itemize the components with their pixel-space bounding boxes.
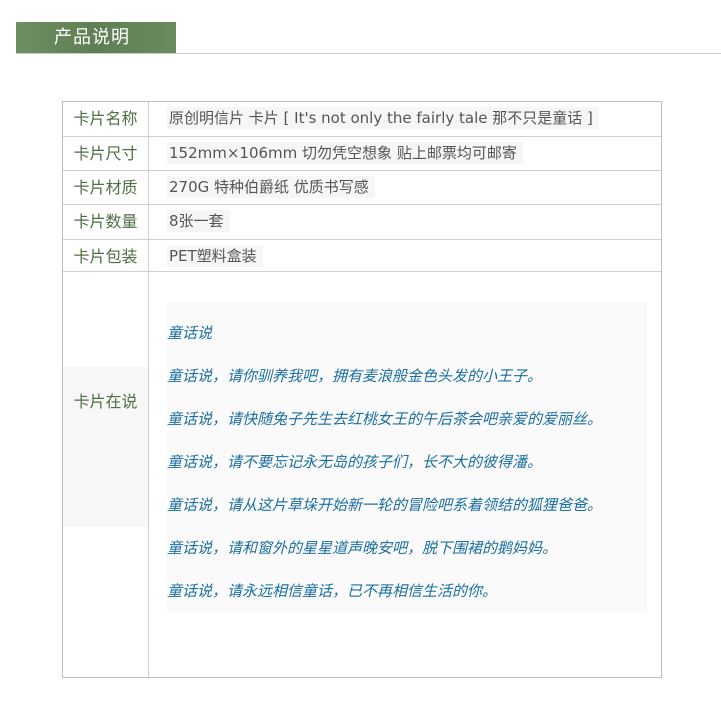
row-label: 卡片材质 (63, 171, 149, 204)
row-value: 270G 特种伯爵纸 优质书写感 (149, 171, 661, 204)
story-label-box: 卡片在说 (63, 367, 148, 527)
row-card-packaging: 卡片包装 PET塑料盒装 (63, 240, 661, 272)
card-packaging-value: PET塑料盒装 (167, 245, 263, 267)
story-line: 童话说，请你驯养我吧，拥有麦浪般金色头发的小王子。 (167, 367, 543, 385)
row-label: 卡片名称 (63, 102, 149, 136)
story-line: 童话说，请从这片草垛开始新一轮的冒险吧系着领结的狐狸爸爸。 (167, 496, 603, 514)
product-info-table: 卡片名称 原创明信片 卡片 [ It's not only the fairly… (62, 101, 662, 678)
row-value: 152mm×106mm 切勿凭空想象 贴上邮票均可邮寄 (149, 137, 661, 170)
row-value: 8张一套 (149, 205, 661, 239)
story-line: 童话说 (167, 324, 213, 342)
row-label: 卡片包装 (63, 240, 149, 271)
row-card-name: 卡片名称 原创明信片 卡片 [ It's not only the fairly… (63, 102, 661, 137)
card-name-value: 原创明信片 卡片 [ It's not only the fairly tale… (167, 107, 599, 129)
story-line: 童话说，请永远相信童话，已不再相信生活的你。 (167, 582, 498, 600)
row-card-material: 卡片材质 270G 特种伯爵纸 优质书写感 (63, 171, 661, 205)
product-description-page: 产品说明 卡片名称 原创明信片 卡片 [ It's not only the f… (0, 0, 721, 709)
header-divider (16, 53, 721, 54)
card-material-value: 270G 特种伯爵纸 优质书写感 (167, 176, 375, 198)
row-value: PET塑料盒装 (149, 240, 661, 271)
story-line: 童话说，请不要忘记永无岛的孩子们，长不大的彼得潘。 (167, 453, 543, 471)
section-header: 产品说明 (0, 0, 721, 54)
card-size-value: 152mm×106mm 切勿凭空想象 贴上邮票均可邮寄 (167, 142, 523, 164)
story-label-cell: 卡片在说 (63, 272, 149, 677)
section-title: 产品说明 (16, 22, 176, 54)
row-card-quantity: 卡片数量 8张一套 (63, 205, 661, 240)
story-line: 童话说，请快随兔子先生去红桃女王的午后茶会吧亲爱的爱丽丝。 (167, 410, 603, 428)
row-value: 原创明信片 卡片 [ It's not only the fairly tale… (149, 102, 661, 136)
row-card-story: 卡片在说 童话说 童话说，请你驯养我吧，拥有麦浪般金色头发的小王子。 童话说，请… (63, 272, 661, 677)
story-label: 卡片在说 (73, 392, 138, 411)
story-line: 童话说，请和窗外的星星道声晚安吧，脱下围裙的鹅妈妈。 (167, 539, 558, 557)
row-label: 卡片尺寸 (63, 137, 149, 170)
card-quantity-value: 8张一套 (167, 210, 230, 232)
row-card-size: 卡片尺寸 152mm×106mm 切勿凭空想象 贴上邮票均可邮寄 (63, 137, 661, 171)
story-lines: 童话说 童话说，请你驯养我吧，拥有麦浪般金色头发的小王子。 童话说，请快随兔子先… (167, 320, 667, 621)
row-label: 卡片数量 (63, 205, 149, 239)
